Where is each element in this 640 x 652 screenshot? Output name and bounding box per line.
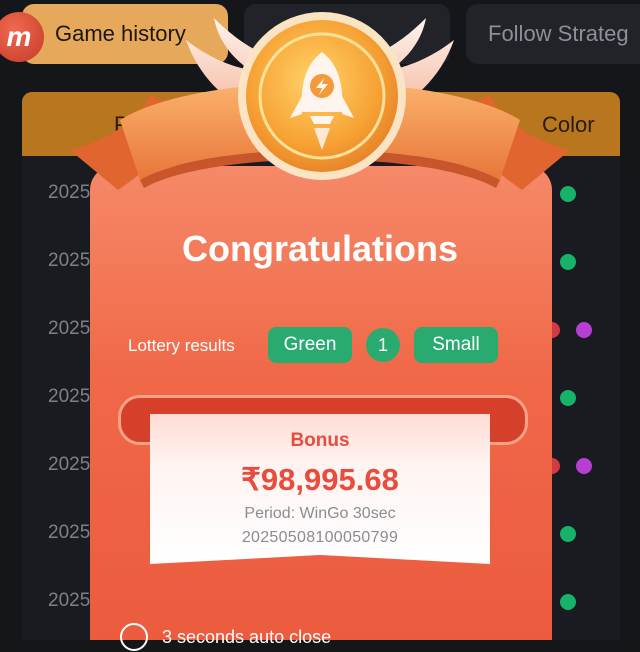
- result-size-badge: Small: [414, 327, 498, 363]
- row-period: 2025: [48, 386, 91, 407]
- row-period: 2025: [48, 590, 91, 611]
- result-color-badge: Green: [268, 327, 352, 363]
- lottery-results-label: Lottery results: [128, 336, 235, 355]
- issue-number: 20250508100050799: [241, 529, 399, 546]
- rocket-medal-badge: [70, 12, 570, 190]
- color-dot-green: [560, 594, 576, 610]
- row-period: 2025: [48, 318, 91, 339]
- color-dot-violet: [576, 322, 592, 338]
- congratulations-title: Congratulations: [182, 228, 458, 269]
- result-number-badge: 1: [366, 328, 400, 362]
- auto-close-toggle[interactable]: 3 seconds auto close: [120, 622, 331, 652]
- color-dot-green: [560, 390, 576, 406]
- bonus-amount: ₹98,995.68: [241, 462, 399, 497]
- bonus-label: Bonus: [290, 430, 350, 451]
- check-circle-icon[interactable]: [120, 623, 148, 651]
- period-line: Period: WinGo 30sec: [244, 505, 396, 522]
- auto-close-label: 3 seconds auto close: [162, 626, 332, 647]
